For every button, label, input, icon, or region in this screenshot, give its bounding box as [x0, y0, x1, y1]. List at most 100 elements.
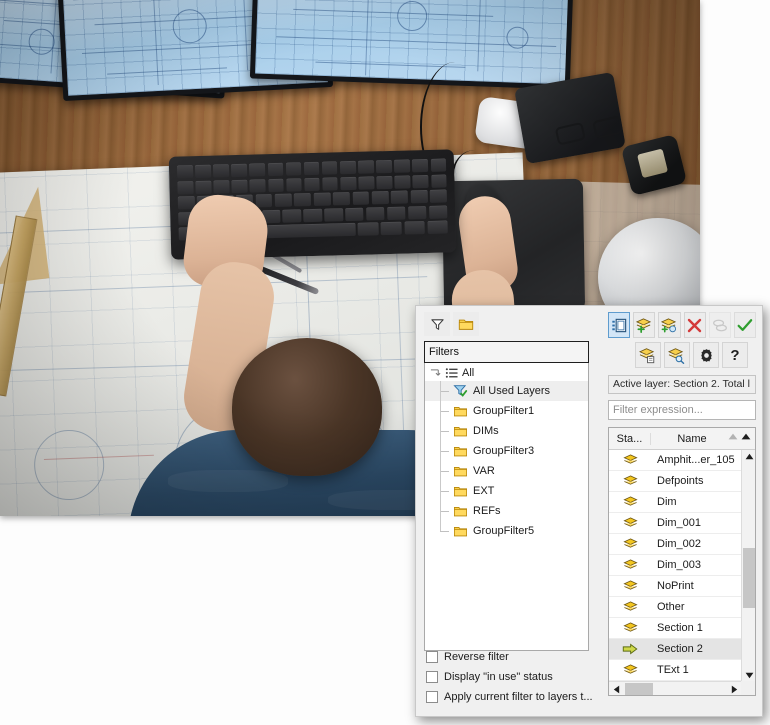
filter-item-dims[interactable]: DIMs [425, 421, 588, 441]
new-property-filter-button[interactable] [424, 312, 450, 336]
layer-list-horizontal-scrollbar[interactable] [609, 681, 741, 695]
merge-layers-icon [712, 319, 727, 331]
reverse-filter-row[interactable]: Reverse filter [426, 647, 626, 667]
layer-status-cell[interactable] [609, 601, 651, 613]
layer-status-cell[interactable] [609, 496, 651, 508]
column-header-status[interactable]: Sta... [609, 432, 651, 445]
display-in-use-status-row[interactable]: Display "in use" status [426, 667, 626, 687]
filter-tree-root[interactable]: All [425, 363, 588, 381]
layer-name-cell[interactable]: Other [651, 601, 755, 613]
layer-status-cell[interactable] [609, 538, 651, 550]
layer-name-cell[interactable]: Section 1 [651, 622, 755, 634]
filter-item-label: DIMs [473, 425, 499, 437]
filter-item-label: VAR [473, 465, 495, 477]
display-in-use-status-checkbox[interactable] [426, 671, 438, 683]
new-group-filter-button[interactable] [453, 312, 479, 336]
layer-properties-manager-dialog: Filters All All Used Layers GroupFilter1… [415, 305, 763, 717]
table-row[interactable]: Other [609, 597, 755, 618]
table-row[interactable]: TExt 1 [609, 660, 755, 681]
scroll-right-button[interactable] [727, 682, 741, 695]
vertical-scroll-thumb[interactable] [743, 548, 755, 608]
table-row-current-layer[interactable]: Section 2 [609, 639, 755, 660]
layer-states-manager-button[interactable] [635, 342, 661, 368]
filter-item-ext[interactable]: EXT [425, 481, 588, 501]
table-row[interactable]: Amphit...er_105 [609, 450, 755, 471]
filter-item-groupfilter3[interactable]: GroupFilter3 [425, 441, 588, 461]
filter-item-label: All Used Layers [473, 385, 551, 397]
layer-icon [622, 601, 638, 611]
filter-item-label: REFs [473, 505, 501, 517]
layer-status-cell[interactable] [609, 475, 651, 487]
scroll-up-button[interactable] [742, 449, 755, 463]
filter-item-label: GroupFilter3 [473, 445, 535, 457]
table-row[interactable]: NoPrint [609, 576, 755, 597]
filter-item-var[interactable]: VAR [425, 461, 588, 481]
horizontal-scroll-thumb[interactable] [625, 683, 653, 695]
collapse-toggle-icon[interactable] [430, 368, 441, 379]
reverse-filter-label: Reverse filter [444, 651, 509, 663]
apply-filter-to-toolbar-checkbox[interactable] [426, 691, 438, 703]
delete-layer-button[interactable] [683, 312, 706, 338]
settings-button[interactable] [693, 342, 719, 368]
apply-filter-to-toolbar-row[interactable]: Apply current filter to layers t... [426, 687, 626, 707]
scroll-left-button[interactable] [609, 682, 623, 695]
caret-left-icon [613, 685, 619, 693]
table-row[interactable]: Dim_002 [609, 534, 755, 555]
layer-name-cell[interactable]: Section 2 [651, 643, 755, 655]
table-row[interactable]: Dim_003 [609, 555, 755, 576]
merge-layers-button[interactable] [708, 312, 731, 338]
layer-name-cell[interactable]: Defpoints [651, 475, 755, 487]
filter-item-groupfilter1[interactable]: GroupFilter1 [425, 401, 588, 421]
layer-name-cell[interactable]: Dim_002 [651, 538, 755, 550]
filter-item-label: GroupFilter1 [473, 405, 535, 417]
filter-item-refs[interactable]: REFs [425, 501, 588, 521]
filter-toolbar [424, 312, 589, 336]
help-button[interactable]: ? [722, 342, 748, 368]
layer-list-pane: ? Active layer: Section 2. Total l Filte… [608, 312, 757, 696]
scrollbar-corner [741, 681, 755, 695]
layer-status-cell[interactable] [609, 580, 651, 592]
layer-status-cell[interactable] [609, 622, 651, 634]
table-row[interactable]: Defpoints [609, 471, 755, 492]
check-icon [737, 318, 753, 331]
layer-properties-panel-toggle-button[interactable] [608, 312, 631, 338]
layer-name-cell[interactable]: TExt 1 [651, 664, 755, 676]
table-row[interactable]: Dim [609, 492, 755, 513]
table-row[interactable]: Section 1 [609, 618, 755, 639]
filter-item-groupfilter5[interactable]: GroupFilter5 [425, 521, 588, 541]
filter-expression-input[interactable]: Filter expression... [608, 400, 756, 420]
sort-indicators[interactable] [728, 433, 751, 440]
current-layer-arrow-icon [622, 643, 638, 655]
new-layer-icon [636, 317, 652, 333]
folder-icon [458, 319, 474, 330]
active-layer-status: Active layer: Section 2. Total l [608, 375, 756, 394]
layer-status-cell[interactable] [609, 559, 651, 571]
caret-up-icon [745, 453, 753, 459]
filter-item-all-used-layers[interactable]: All Used Layers [425, 381, 588, 401]
new-layer-frozen-in-viewports-button[interactable] [658, 312, 681, 338]
scroll-down-button[interactable] [742, 668, 755, 682]
filter-tree[interactable]: All All Used Layers GroupFilter1 DIMs Gr… [424, 363, 589, 651]
filters-group-label: Filters [424, 341, 589, 363]
layer-name-cell[interactable]: Amphit...er_105 [651, 454, 755, 466]
layer-toolbar-row-1 [608, 312, 757, 338]
layer-status-cell-current[interactable] [609, 643, 651, 655]
filter-tree-pane: Filters All All Used Layers GroupFilter1… [424, 312, 589, 651]
new-layer-button[interactable] [633, 312, 656, 338]
gear-icon [700, 348, 712, 362]
new-layer-vp-frozen-icon [661, 317, 677, 332]
folder-icon [454, 466, 467, 476]
layer-isolate-search-button[interactable] [664, 342, 690, 368]
reverse-filter-checkbox[interactable] [426, 651, 438, 663]
layer-name-cell[interactable]: NoPrint [651, 580, 755, 592]
layer-name-cell[interactable]: Dim [651, 496, 755, 508]
table-row[interactable]: Dim_001 [609, 513, 755, 534]
layer-status-cell[interactable] [609, 454, 651, 466]
layer-name-cell[interactable]: Dim_001 [651, 517, 755, 529]
layer-name-cell[interactable]: Dim_003 [651, 559, 755, 571]
layer-status-cell[interactable] [609, 517, 651, 529]
layer-list[interactable]: Sta... Name Amphit...er_105 Defpoints Di… [608, 427, 756, 696]
set-current-layer-button[interactable] [733, 312, 757, 338]
layer-list-vertical-scrollbar[interactable] [741, 450, 755, 681]
layer-status-cell[interactable] [609, 664, 651, 676]
